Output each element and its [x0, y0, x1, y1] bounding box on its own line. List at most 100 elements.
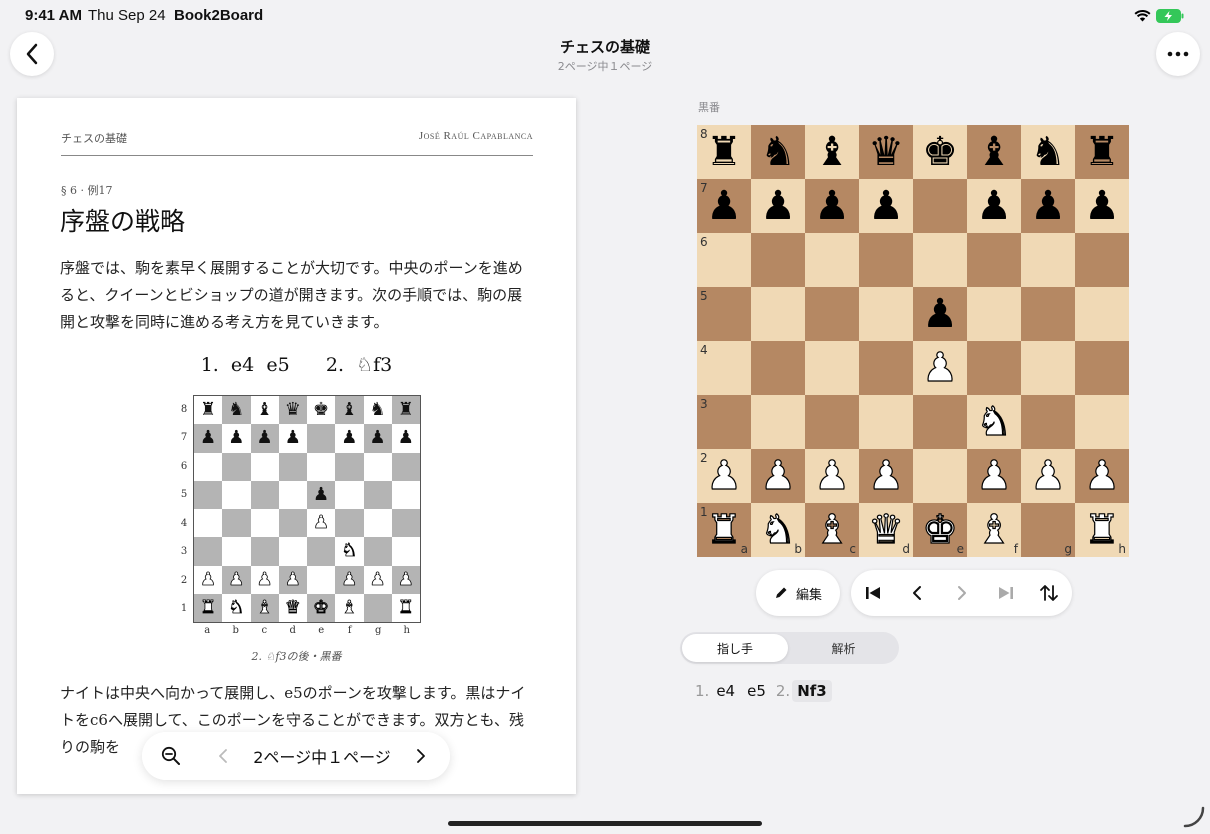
square-b2[interactable]: ♟ [751, 449, 805, 503]
square-g5[interactable] [1021, 287, 1075, 341]
tab-moves[interactable]: 指し手 [682, 634, 788, 662]
square-d4[interactable] [859, 341, 913, 395]
black-queen-icon[interactable]: ♛ [868, 132, 904, 172]
square-a4[interactable]: 4 [697, 341, 751, 395]
white-pawn-icon[interactable]: ♟ [759, 455, 796, 496]
square-d6[interactable] [859, 233, 913, 287]
square-d1[interactable]: d ♛ [859, 503, 913, 557]
zoom-out-button[interactable] [158, 732, 184, 780]
square-e7[interactable] [913, 179, 967, 233]
square-e5[interactable]: ♟ [913, 287, 967, 341]
square-h4[interactable] [1075, 341, 1129, 395]
white-queen-icon[interactable]: ♛ [867, 509, 904, 550]
square-d3[interactable] [859, 395, 913, 449]
black-pawn-icon[interactable]: ♟ [868, 186, 904, 226]
black-pawn-icon[interactable]: ♟ [1030, 186, 1066, 226]
edit-button[interactable]: 編集 [756, 570, 840, 616]
square-e6[interactable] [913, 233, 967, 287]
white-pawn-icon[interactable]: ♟ [705, 455, 742, 496]
square-b6[interactable] [751, 233, 805, 287]
square-a2[interactable]: 2 ♟ [697, 449, 751, 503]
white-king-icon[interactable]: ♚ [921, 509, 958, 550]
square-g8[interactable]: ♞ [1021, 125, 1075, 179]
square-a6[interactable]: 6 [697, 233, 751, 287]
white-bishop-icon[interactable]: ♝ [975, 509, 1012, 550]
last-move-button[interactable] [986, 570, 1026, 616]
square-f5[interactable] [967, 287, 1021, 341]
black-pawn-icon[interactable]: ♟ [1084, 186, 1120, 226]
home-indicator[interactable] [448, 821, 762, 826]
first-move-button[interactable] [853, 570, 893, 616]
square-c5[interactable] [805, 287, 859, 341]
black-rook-icon[interactable]: ♜ [1084, 132, 1120, 172]
square-e1[interactable]: e ♚ [913, 503, 967, 557]
next-move-button[interactable] [942, 570, 982, 616]
white-pawn-icon[interactable]: ♟ [813, 455, 850, 496]
square-b8[interactable]: ♞ [751, 125, 805, 179]
square-f8[interactable]: ♝ [967, 125, 1021, 179]
chess-board[interactable]: 8 ♜ ♞ ♝ ♛ ♚ ♝ ♞ ♜ 7 ♟ ♟ ♟ ♟ ♟ ♟ ♟ 6 5 ♟ 4 ♟ 3 ♞ 2 ♟ ♟ ♟ ♟ ♟ ♟ ♟ 1 a ♜ b ♞ c ♝ d… [697, 125, 1129, 557]
diagram-board[interactable]: ♜ ♞ ♝ ♛ ♚ ♝ ♞ ♜ ♟ ♟ ♟ ♟ ♟ ♟ ♟ ♟ ♟ ♞ ♟ ♟ ♟ ♟ ♟ ♟ ♟ ♜ ♞ ♝ ♛ ♚ ♝ ♜ [193, 395, 421, 623]
white-knight-icon[interactable]: ♞ [759, 509, 796, 550]
square-f1[interactable]: f ♝ [967, 503, 1021, 557]
black-pawn-icon[interactable]: ♟ [976, 186, 1012, 226]
white-pawn-icon[interactable]: ♟ [867, 455, 904, 496]
square-a1[interactable]: 1 a ♜ [697, 503, 751, 557]
square-d5[interactable] [859, 287, 913, 341]
square-f2[interactable]: ♟ [967, 449, 1021, 503]
move-white[interactable]: e4 [711, 680, 740, 702]
square-h7[interactable]: ♟ [1075, 179, 1129, 233]
square-e3[interactable] [913, 395, 967, 449]
black-knight-icon[interactable]: ♞ [1030, 132, 1066, 172]
black-bishop-icon[interactable]: ♝ [976, 132, 1012, 172]
black-king-icon[interactable]: ♚ [922, 132, 958, 172]
square-d7[interactable]: ♟ [859, 179, 913, 233]
white-pawn-icon[interactable]: ♟ [921, 347, 958, 388]
square-h8[interactable]: ♜ [1075, 125, 1129, 179]
previous-move-button[interactable] [897, 570, 937, 616]
square-a5[interactable]: 5 [697, 287, 751, 341]
move-black[interactable]: e5 [742, 680, 771, 702]
white-pawn-icon[interactable]: ♟ [1083, 455, 1120, 496]
black-pawn-icon[interactable]: ♟ [760, 186, 796, 226]
black-knight-icon[interactable]: ♞ [760, 132, 796, 172]
square-h3[interactable] [1075, 395, 1129, 449]
square-g1[interactable]: g [1021, 503, 1075, 557]
square-c6[interactable] [805, 233, 859, 287]
square-c8[interactable]: ♝ [805, 125, 859, 179]
square-a3[interactable]: 3 [697, 395, 751, 449]
square-h1[interactable]: h ♜ [1075, 503, 1129, 557]
next-page-button[interactable] [412, 732, 430, 780]
square-f3[interactable]: ♞ [967, 395, 1021, 449]
square-b3[interactable] [751, 395, 805, 449]
square-c2[interactable]: ♟ [805, 449, 859, 503]
square-g2[interactable]: ♟ [1021, 449, 1075, 503]
book-page[interactable]: チェスの基礎 José Raúl Capablanca § 6 · 例17 序盤… [17, 98, 576, 794]
square-g3[interactable] [1021, 395, 1075, 449]
square-b7[interactable]: ♟ [751, 179, 805, 233]
square-c7[interactable]: ♟ [805, 179, 859, 233]
white-pawn-icon[interactable]: ♟ [1029, 455, 1066, 496]
square-a7[interactable]: 7 ♟ [697, 179, 751, 233]
tab-analysis[interactable]: 解析 [790, 634, 897, 662]
square-b4[interactable] [751, 341, 805, 395]
square-e4[interactable]: ♟ [913, 341, 967, 395]
square-f7[interactable]: ♟ [967, 179, 1021, 233]
square-g4[interactable] [1021, 341, 1075, 395]
square-h5[interactable] [1075, 287, 1129, 341]
white-rook-icon[interactable]: ♜ [705, 509, 742, 550]
black-bishop-icon[interactable]: ♝ [814, 132, 850, 172]
square-a8[interactable]: 8 ♜ [697, 125, 751, 179]
flip-board-button[interactable] [1029, 570, 1069, 616]
square-d2[interactable]: ♟ [859, 449, 913, 503]
white-rook-icon[interactable]: ♜ [1083, 509, 1120, 550]
square-h6[interactable] [1075, 233, 1129, 287]
square-c3[interactable] [805, 395, 859, 449]
square-b1[interactable]: b ♞ [751, 503, 805, 557]
square-h2[interactable]: ♟ [1075, 449, 1129, 503]
black-pawn-icon[interactable]: ♟ [814, 186, 850, 226]
square-e8[interactable]: ♚ [913, 125, 967, 179]
white-pawn-icon[interactable]: ♟ [975, 455, 1012, 496]
square-b5[interactable] [751, 287, 805, 341]
square-c1[interactable]: c ♝ [805, 503, 859, 557]
